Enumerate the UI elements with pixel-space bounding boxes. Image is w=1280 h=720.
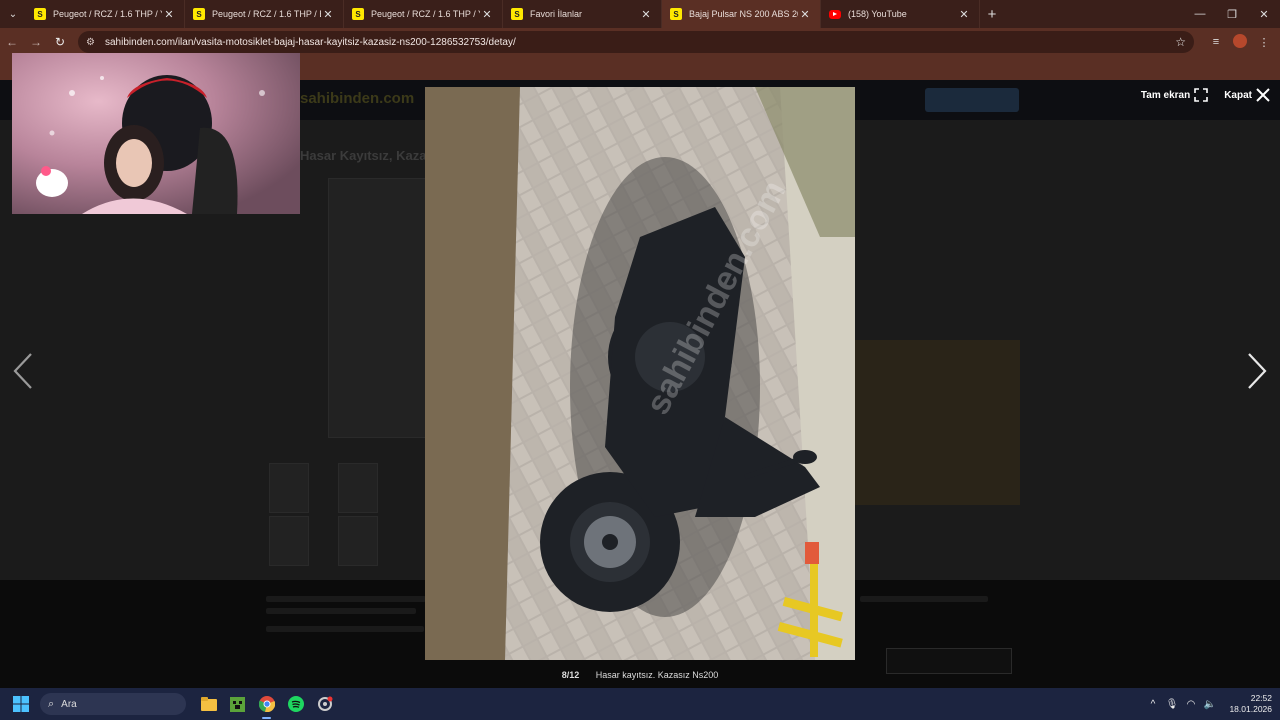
close-icon[interactable]: ✕ — [321, 8, 335, 21]
sahibinden-icon: S — [34, 8, 46, 20]
url-text: sahibinden.com/ilan/vasita-motosiklet-ba… — [105, 36, 516, 48]
lightbox-top-controls: Tam ekran Kapat — [1125, 88, 1270, 102]
chevron-right-icon — [1248, 353, 1267, 389]
thumbnail — [269, 516, 309, 566]
volume-icon[interactable]: 🔈 — [1200, 699, 1219, 710]
footer-text — [266, 626, 424, 632]
microphone-icon[interactable]: 🎙 — [1162, 699, 1181, 710]
tab-media-icon[interactable]: ≡ — [1204, 36, 1228, 48]
footer-text — [266, 608, 416, 614]
sahibinden-icon: S — [193, 8, 205, 20]
clock-time: 22:52 — [1250, 693, 1272, 703]
settings-app-icon[interactable] — [310, 688, 339, 720]
site-logo: sahibinden.com — [300, 90, 415, 107]
sahibinden-icon: S — [670, 8, 682, 20]
bookmark-star-icon[interactable]: ☆ — [1175, 35, 1186, 49]
close-lightbox-button[interactable]: Kapat — [1224, 88, 1270, 102]
close-icon[interactable]: ✕ — [957, 8, 971, 21]
clock-date: 18.01.2026 — [1229, 704, 1272, 714]
search-icon: ⌕ — [48, 697, 55, 710]
back-icon[interactable]: ← — [0, 28, 24, 56]
tab-title: Peugeot / RCZ / 1.6 THP / Evo — [212, 9, 321, 19]
close-icon — [1256, 88, 1270, 102]
windows-start-icon[interactable] — [8, 688, 34, 720]
fullscreen-button[interactable]: Tam ekran — [1140, 88, 1209, 102]
fullscreen-icon — [1194, 88, 1209, 102]
restore-icon[interactable]: ❐ — [1216, 0, 1248, 28]
file-explorer-icon[interactable] — [194, 688, 223, 720]
window-controls: — ❐ ✕ — [1184, 0, 1280, 28]
footer-text — [266, 596, 426, 602]
youtube-icon — [829, 9, 841, 19]
tab-strip: ⌄ S Peugeot / RCZ / 1.6 THP / Year ✕ S P… — [0, 0, 1280, 28]
address-bar[interactable]: ⚙ sahibinden.com/ilan/vasita-motosiklet-… — [78, 31, 1194, 53]
profile-avatar[interactable] — [1228, 33, 1252, 51]
menu-icon[interactable]: ⋮ — [1252, 36, 1276, 49]
tab-2[interactable]: S Peugeot / RCZ / 1.6 THP / Evo ✕ — [185, 0, 344, 28]
main-image-placeholder — [328, 178, 426, 438]
window-close-icon[interactable]: ✕ — [1248, 0, 1280, 28]
thumbnail — [269, 463, 309, 513]
clock[interactable]: 22:52 18.01.2026 — [1229, 693, 1272, 715]
thumbnail — [338, 516, 378, 566]
tab-6[interactable]: (158) YouTube ✕ — [821, 0, 980, 28]
previous-photo-button[interactable] — [8, 350, 38, 392]
minimize-icon[interactable]: — — [1184, 0, 1216, 28]
lightbox-photo: sahibinden.com — [425, 87, 855, 660]
tab-title: Favori İlanlar — [530, 9, 583, 19]
taskbar-search[interactable]: ⌕ Ara — [40, 693, 186, 715]
sahibinden-icon: S — [511, 8, 523, 20]
close-icon[interactable]: ✕ — [480, 8, 494, 21]
thumbnail — [338, 463, 378, 513]
photo-caption: 8/12 Hasar kayıtsız. Kazasız Ns200 — [0, 670, 1280, 680]
tab-4[interactable]: S Favori İlanlar ✕ — [503, 0, 662, 28]
reload-icon[interactable]: ↻ — [48, 28, 72, 56]
new-tab-button[interactable]: + — [980, 6, 1004, 23]
chrome-icon[interactable] — [252, 688, 281, 720]
close-icon[interactable]: ✕ — [798, 8, 812, 21]
promo-banner — [855, 340, 1020, 505]
forward-icon[interactable]: → — [24, 28, 48, 56]
chevron-left-icon — [13, 353, 32, 389]
sahibinden-icon: S — [352, 8, 364, 20]
close-icon[interactable]: ✕ — [639, 8, 653, 21]
tab-title: Bajaj Pulsar NS 200 ABS 2022 M — [689, 9, 798, 19]
tab-3[interactable]: S Peugeot / RCZ / 1.6 THP / Year ✕ — [344, 0, 503, 28]
browser-toolbar: ← → ↻ ⚙ sahibinden.com/ilan/vasita-motos… — [0, 28, 1280, 56]
tab-title: (158) YouTube — [848, 9, 907, 19]
minecraft-icon[interactable] — [223, 688, 252, 720]
tab-1[interactable]: S Peugeot / RCZ / 1.6 THP / Year ✕ — [26, 0, 185, 28]
tab-title: Peugeot / RCZ / 1.6 THP / Year — [371, 9, 480, 19]
system-tray: ^ 🎙 ◠ 🔈 22:52 18.01.2026 — [1143, 688, 1272, 720]
screen: sahibinden.com Hasar Kayıtsız, Kazasız N… — [0, 0, 1280, 720]
close-label: Kapat — [1224, 89, 1252, 101]
search-placeholder: Ara — [61, 698, 77, 710]
tab-search-chevron-icon[interactable]: ⌄ — [0, 0, 26, 28]
close-icon[interactable]: ✕ — [162, 8, 176, 21]
photo-counter: 8/12 — [561, 670, 580, 680]
login-button — [925, 88, 1019, 112]
site-settings-icon[interactable]: ⚙ — [86, 37, 98, 48]
tab-5-active[interactable]: S Bajaj Pulsar NS 200 ABS 2022 M ✕ — [662, 0, 821, 28]
wifi-icon[interactable]: ◠ — [1181, 699, 1200, 710]
taskbar: ⌕ Ara ^ 🎙 ◠ 🔈 22:52 18.01.2026 — [0, 688, 1280, 720]
footer-text — [860, 596, 988, 602]
caption-text: Hasar kayıtsız. Kazasız Ns200 — [595, 670, 719, 680]
next-photo-button[interactable] — [1242, 350, 1272, 392]
fullscreen-label: Tam ekran — [1140, 89, 1191, 101]
webcam-overlay — [12, 53, 300, 214]
chevron-up-icon[interactable]: ^ — [1143, 699, 1162, 710]
spotify-icon[interactable] — [281, 688, 310, 720]
tab-title: Peugeot / RCZ / 1.6 THP / Year — [53, 9, 162, 19]
